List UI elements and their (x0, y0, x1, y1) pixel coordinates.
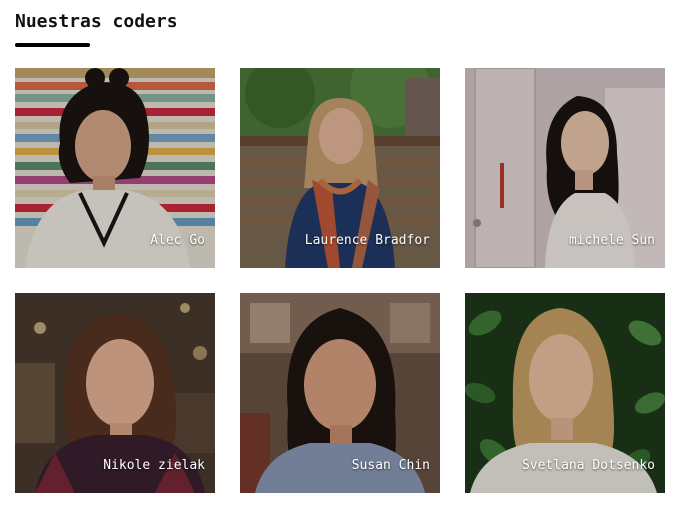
title-underline (15, 43, 90, 47)
coder-card-svetlana-dotsenko[interactable]: Svetlana Dotsenko (465, 293, 665, 493)
coder-name: Susan Chin (351, 458, 430, 473)
coder-name: Alec Go (150, 233, 205, 248)
coder-name: Svetlana Dotsenko (521, 458, 655, 473)
coder-name: Nikole zielak (103, 458, 205, 473)
coder-card-laurence-bradfor[interactable]: Laurence Bradfor (240, 68, 440, 268)
coder-name: Laurence Bradfor (304, 233, 430, 248)
coder-card-susan-chin[interactable]: Susan Chin (240, 293, 440, 493)
coder-card-michele-sun[interactable]: michele Sun (465, 68, 665, 268)
coders-grid: Alec Go Laurence Bradfor michele Sun Nik… (15, 68, 665, 493)
section-title: Nuestras coders (15, 11, 178, 32)
coder-name: michele Sun (568, 233, 655, 248)
coder-card-alec-go[interactable]: Alec Go (15, 68, 215, 268)
coder-card-nikole-zielak[interactable]: Nikole zielak (15, 293, 215, 493)
